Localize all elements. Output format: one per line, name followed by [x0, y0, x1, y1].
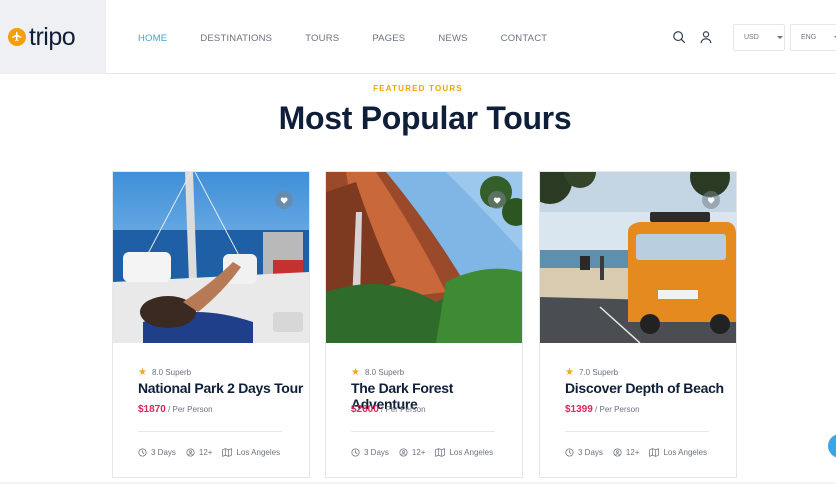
chat-widget-button[interactable]	[828, 434, 836, 458]
age: 12+	[399, 448, 426, 457]
nav-home[interactable]: HOME	[138, 33, 167, 44]
age-text: 12+	[198, 448, 213, 457]
divider	[351, 431, 495, 432]
tour-card[interactable]: ★ 7.0 Superb Discover Depth of Beach $13…	[539, 171, 737, 478]
map-icon	[222, 448, 233, 457]
divider	[565, 431, 709, 432]
tour-meta: 3 Days 12+ Los Angeles	[565, 448, 717, 457]
user-icon[interactable]	[698, 29, 714, 45]
person-icon	[186, 448, 195, 457]
nav-destinations[interactable]: DESTINATIONS	[200, 33, 272, 44]
currency-select[interactable]: USD	[733, 24, 785, 51]
star-icon: ★	[565, 367, 574, 378]
tour-title[interactable]: Discover Depth of Beach	[565, 380, 724, 396]
rating: ★ 7.0 Superb	[565, 367, 618, 378]
price-unit: / Per Person	[381, 405, 426, 414]
chevron-down-icon	[776, 36, 783, 39]
location-text: Los Angeles	[663, 448, 708, 457]
tour-price: $1870	[138, 404, 166, 415]
map-icon	[435, 448, 446, 457]
price-unit: / Per Person	[595, 405, 640, 414]
logo-text: tripo	[29, 22, 76, 51]
rating-text: 8.0 Superb	[364, 368, 405, 377]
section-title: Most Popular Tours	[278, 100, 572, 136]
tour-image-beach-van[interactable]	[540, 172, 736, 343]
age: 12+	[613, 448, 640, 457]
heart-icon[interactable]	[702, 191, 720, 209]
search-icon[interactable]	[671, 29, 687, 45]
price-line: $2600 / Per Person	[351, 404, 426, 415]
star-icon: ★	[351, 367, 360, 378]
age-text: 12+	[411, 448, 426, 457]
clock-icon	[565, 448, 574, 457]
nav-pages[interactable]: PAGES	[372, 33, 405, 44]
tour-card[interactable]: ★ 8.0 Superb National Park 2 Days Tour $…	[112, 171, 310, 478]
tour-price: $1399	[565, 404, 593, 415]
duration: 3 Days	[138, 448, 176, 457]
duration-text: 3 Days	[578, 448, 603, 457]
tour-image-sailboat[interactable]	[113, 172, 309, 343]
person-icon	[613, 448, 622, 457]
language-value: ENG	[801, 34, 817, 41]
clock-icon	[138, 448, 147, 457]
tour-title[interactable]: National Park 2 Days Tour	[138, 380, 303, 396]
price-line: $1870 / Per Person	[138, 404, 213, 415]
location: Los Angeles	[649, 448, 707, 457]
tour-image-canyon[interactable]	[326, 172, 522, 343]
price-line: $1399 / Per Person	[565, 404, 640, 415]
age-text: 12+	[625, 448, 640, 457]
age: 12+	[186, 448, 213, 457]
person-icon	[399, 448, 408, 457]
site-header: tripo HOME DESTINATIONS TOURS PAGES NEWS…	[0, 0, 836, 74]
section-eyebrow: FEATURED TOURS	[373, 84, 463, 93]
nav-news[interactable]: NEWS	[438, 33, 467, 44]
duration: 3 Days	[351, 448, 389, 457]
logo[interactable]: tripo	[0, 0, 106, 74]
tour-meta: 3 Days 12+ Los Angeles	[138, 448, 290, 457]
duration-text: 3 Days	[151, 448, 176, 457]
location-text: Los Angeles	[449, 448, 494, 457]
rating: ★ 8.0 Superb	[351, 367, 404, 378]
tour-card[interactable]: ★ 8.0 Superb The Dark Forest Adventure $…	[325, 171, 523, 478]
star-icon: ★	[138, 367, 147, 378]
rating: ★ 8.0 Superb	[138, 367, 191, 378]
tour-price: $2600	[351, 404, 379, 415]
nav-contact[interactable]: CONTACT	[501, 33, 548, 44]
duration-text: 3 Days	[364, 448, 389, 457]
language-select[interactable]: ENG	[790, 24, 836, 51]
heart-icon[interactable]	[275, 191, 293, 209]
price-unit: / Per Person	[168, 405, 213, 414]
clock-icon	[351, 448, 360, 457]
currency-value: USD	[744, 34, 759, 41]
heart-icon[interactable]	[488, 191, 506, 209]
divider	[138, 431, 282, 432]
tour-meta: 3 Days 12+ Los Angeles	[351, 448, 503, 457]
location: Los Angeles	[222, 448, 280, 457]
main-nav: HOME DESTINATIONS TOURS PAGES NEWS CONTA…	[138, 33, 580, 44]
location: Los Angeles	[435, 448, 493, 457]
rating-text: 7.0 Superb	[578, 368, 619, 377]
rating-text: 8.0 Superb	[151, 368, 192, 377]
nav-tours[interactable]: TOURS	[305, 33, 339, 44]
plane-icon	[8, 28, 26, 46]
duration: 3 Days	[565, 448, 603, 457]
map-icon	[649, 448, 660, 457]
location-text: Los Angeles	[236, 448, 281, 457]
